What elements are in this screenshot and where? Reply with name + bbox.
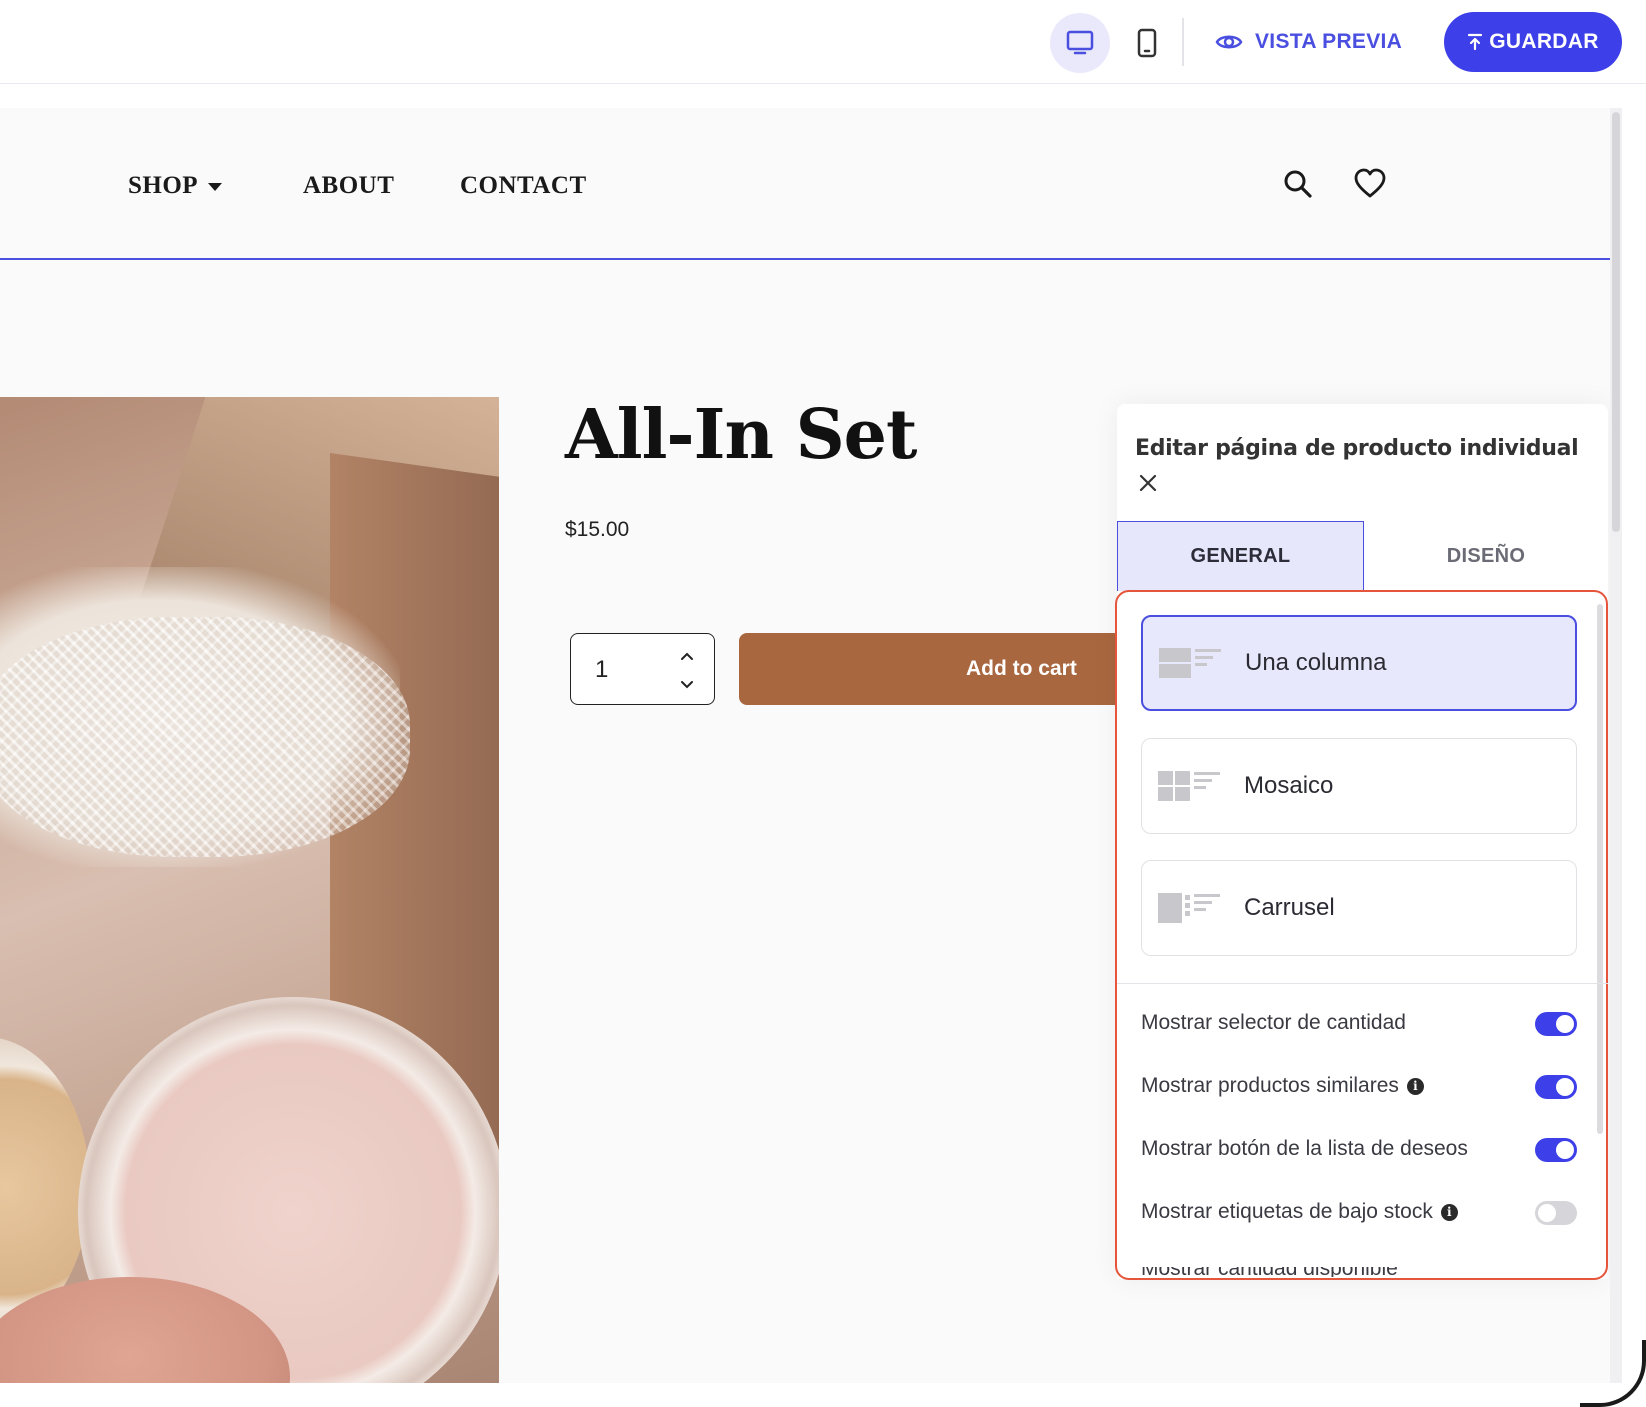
nav-contact[interactable]: CONTACT <box>460 172 587 200</box>
nav-shop[interactable]: SHOP <box>128 172 223 200</box>
add-to-cart-label: Add to cart <box>966 657 1077 680</box>
toggle-switch[interactable] <box>1535 1201 1577 1225</box>
single-column-layout-icon <box>1159 648 1221 678</box>
search-icon[interactable] <box>1280 166 1316 202</box>
editor-toolbar: VISTA PREVIA GUARDAR <box>0 0 1646 84</box>
page-scrollbar-thumb[interactable] <box>1612 112 1620 532</box>
layout-option-mosaic[interactable]: Mosaico <box>1141 738 1577 834</box>
save-label: GUARDAR <box>1489 30 1599 53</box>
panel-scrollbar[interactable] <box>1597 604 1603 1134</box>
tab-general[interactable]: GENERAL <box>1117 521 1364 591</box>
layout-option-label: Mosaico <box>1244 772 1334 799</box>
toggle-label: Mostrar botón de la lista de deseos <box>1141 1137 1468 1160</box>
device-frame-corner <box>1580 1340 1646 1407</box>
panel-title: Editar página de producto individual <box>1135 436 1579 461</box>
eye-icon <box>1215 35 1243 49</box>
quantity-stepper[interactable]: 1 <box>570 633 715 705</box>
chevron-up-icon[interactable] <box>677 646 697 666</box>
toggle-label: Mostrar productos similares <box>1141 1074 1399 1097</box>
nav-shop-label: SHOP <box>128 172 199 199</box>
caret-down-icon <box>208 183 223 191</box>
store-preview-canvas: SHOP ABOUT CONTACT All-In Set $15.00 1 A… <box>0 108 1610 1383</box>
quantity-value[interactable]: 1 <box>595 656 608 684</box>
chevron-down-icon[interactable] <box>677 674 697 694</box>
heart-icon[interactable] <box>1352 166 1388 202</box>
mosaic-layout-icon <box>1158 771 1220 801</box>
mobile-view-button[interactable] <box>1117 13 1177 73</box>
tab-design-label: DISEÑO <box>1446 544 1526 567</box>
tab-design[interactable]: DISEÑO <box>1364 521 1608 591</box>
upload-icon <box>1468 33 1483 51</box>
store-navbar: SHOP ABOUT CONTACT <box>0 108 1610 260</box>
mobile-icon <box>1137 28 1157 58</box>
toolbar-divider <box>1182 18 1184 66</box>
save-button[interactable]: GUARDAR <box>1444 12 1622 72</box>
close-icon[interactable] <box>1137 472 1159 494</box>
info-icon[interactable]: i <box>1440 1203 1458 1221</box>
nav-about[interactable]: ABOUT <box>303 172 394 200</box>
tab-general-label: GENERAL <box>1190 545 1291 567</box>
layout-option-label: Carrusel <box>1244 894 1335 921</box>
desktop-view-button[interactable] <box>1050 13 1110 73</box>
toggle-switch[interactable] <box>1535 1075 1577 1099</box>
product-image <box>0 397 499 1383</box>
edit-product-page-panel: Editar página de producto individual GEN… <box>1115 404 1608 1280</box>
toggle-row-quantity-selector: Mostrar selector de cantidad <box>1141 1005 1577 1041</box>
toggle-row-low-stock-labels: Mostrar etiquetas de bajo stock i <box>1141 1194 1577 1230</box>
toggle-row-wishlist-button: Mostrar botón de la lista de deseos <box>1141 1131 1577 1167</box>
product-title: All-In Set <box>565 395 917 475</box>
layout-option-label: Una columna <box>1245 649 1387 676</box>
nav-contact-label: CONTACT <box>460 172 587 199</box>
toggle-label: Mostrar etiquetas de bajo stock <box>1141 1200 1433 1223</box>
preview-button[interactable]: VISTA PREVIA <box>1215 24 1402 60</box>
layout-option-single-column[interactable]: Una columna <box>1141 615 1577 711</box>
layout-option-carousel[interactable]: Carrusel <box>1141 860 1577 956</box>
toggle-row-similar-products: Mostrar productos similares i <box>1141 1068 1577 1104</box>
desktop-icon <box>1066 30 1094 55</box>
panel-divider <box>1117 983 1608 984</box>
nav-about-label: ABOUT <box>303 172 395 199</box>
product-price: $15.00 <box>565 518 630 541</box>
carousel-layout-icon <box>1158 893 1220 923</box>
info-icon[interactable]: i <box>1406 1077 1424 1095</box>
toggle-label: Mostrar cantidad disponible <box>1141 1267 1398 1277</box>
preview-label: VISTA PREVIA <box>1255 30 1403 53</box>
toggle-switch[interactable] <box>1535 1012 1577 1036</box>
toggle-label: Mostrar selector de cantidad <box>1141 1011 1406 1034</box>
toggle-switch[interactable] <box>1535 1138 1577 1162</box>
toggle-row-cut-off: Mostrar cantidad disponible <box>1141 1267 1577 1277</box>
